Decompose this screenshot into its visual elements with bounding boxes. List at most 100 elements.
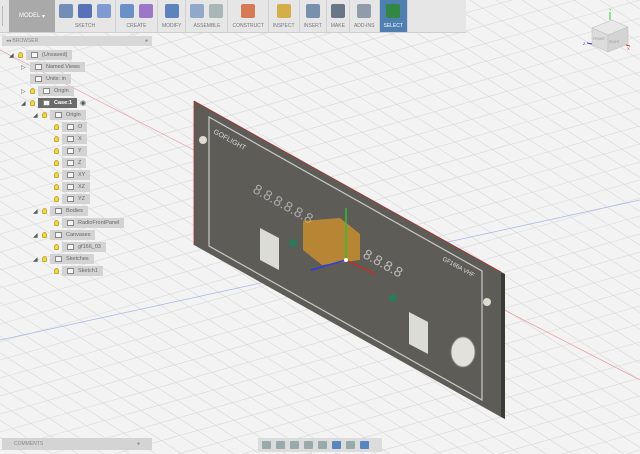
browser-item-box[interactable]: O — [62, 122, 88, 132]
visibility-bulb-icon[interactable] — [30, 88, 35, 94]
collapsed-arrow-icon[interactable]: ▷ — [21, 88, 27, 95]
expanded-arrow-icon[interactable]: ◢ — [33, 256, 39, 263]
construct-tool-icon-0[interactable] — [241, 4, 256, 18]
sketch-tool-icon-1[interactable] — [78, 4, 92, 18]
make-tool-icon-0[interactable] — [330, 4, 345, 18]
browser-item-box[interactable]: XY — [62, 170, 91, 180]
browser-item[interactable]: Sketch1 — [45, 266, 103, 276]
pan-icon[interactable] — [290, 441, 299, 449]
toolbar-group-addins[interactable]: ADD-INS — [350, 0, 380, 32]
browser-item-box[interactable]: RadioFrontPanel — [62, 218, 125, 228]
viewcube-front[interactable]: FRONT — [593, 37, 606, 41]
activate-radio-icon[interactable]: ◉ — [80, 99, 86, 107]
browser-item-box[interactable]: Case:1 — [38, 98, 78, 108]
construct-menu-label[interactable]: CONSTRUCT — [232, 23, 263, 29]
modify-menu-label[interactable]: MODIFY — [162, 23, 181, 29]
viewports-icon[interactable] — [360, 441, 369, 449]
toolbar-group-modify[interactable]: MODIFY — [158, 0, 187, 32]
browser-item-box[interactable]: Units: in — [30, 74, 71, 84]
browser-item[interactable]: ◢ Bodies — [33, 206, 88, 216]
browser-item-box[interactable]: Y — [62, 146, 87, 156]
browser-item-box[interactable]: Sketches — [50, 254, 94, 264]
visibility-bulb-icon[interactable] — [54, 160, 59, 166]
browser-item[interactable]: YZ — [45, 194, 91, 204]
toolbar-group-make[interactable]: MAKE — [327, 0, 350, 32]
visibility-bulb-icon[interactable] — [54, 268, 59, 274]
viewcube-right[interactable]: RIGHT — [609, 40, 621, 44]
toolbar-group-create[interactable]: CREATE — [116, 0, 158, 32]
toolbar-group-assemble[interactable]: ASSEMBLE — [186, 0, 229, 32]
browser-item-box[interactable]: Named Views — [30, 62, 85, 72]
expanded-arrow-icon[interactable]: ◢ — [33, 232, 39, 239]
browser-item[interactable]: ◢ Sketches — [33, 254, 94, 264]
expanded-arrow-icon[interactable]: ◢ — [21, 100, 27, 107]
visibility-bulb-icon[interactable] — [54, 148, 59, 154]
grid-settings-icon[interactable] — [346, 441, 355, 449]
orbit-icon[interactable] — [262, 441, 271, 449]
workspace-switcher[interactable]: MODEL ▾ — [9, 0, 55, 32]
create-tool-icon-1[interactable] — [139, 4, 153, 18]
toolbar-group-sketch[interactable]: SKETCH — [55, 0, 116, 32]
toolbar-group-construct[interactable]: CONSTRUCT — [228, 0, 269, 32]
expanded-arrow-icon[interactable]: ◢ — [9, 52, 15, 59]
collapsed-arrow-icon[interactable]: ▷ — [21, 64, 27, 71]
toolbar-group-insert[interactable]: INSERT — [300, 0, 327, 32]
browser-item[interactable]: ▷ Origin — [21, 86, 74, 96]
browser-item-box[interactable]: YZ — [62, 194, 91, 204]
browser-item-box[interactable]: Canvases — [50, 230, 96, 240]
visibility-bulb-icon[interactable] — [18, 52, 23, 58]
look-at-icon[interactable] — [276, 441, 285, 449]
visibility-bulb-icon[interactable] — [42, 208, 47, 214]
insert-tool-icon-0[interactable] — [305, 4, 320, 18]
browser-header[interactable]: ◂◂ BROWSER ● — [2, 36, 152, 46]
make-menu-label[interactable]: MAKE — [331, 23, 345, 29]
visibility-bulb-icon[interactable] — [42, 112, 47, 118]
select-tool-icon-0[interactable] — [386, 4, 401, 18]
visibility-bulb-icon[interactable] — [42, 256, 47, 262]
insert-menu-label[interactable]: INSERT — [304, 23, 322, 29]
browser-item[interactable]: gf166_03 — [45, 242, 106, 252]
expanded-arrow-icon[interactable]: ◢ — [33, 208, 39, 215]
browser-item-box[interactable]: gf166_03 — [62, 242, 106, 252]
fit-icon[interactable] — [318, 441, 327, 449]
browser-item[interactable]: Z — [45, 158, 87, 168]
visibility-bulb-icon[interactable] — [54, 172, 59, 178]
visibility-bulb-icon[interactable] — [42, 232, 47, 238]
browser-item-box[interactable]: X — [62, 134, 87, 144]
visibility-bulb-icon[interactable] — [54, 184, 59, 190]
browser-item-box[interactable]: Z — [62, 158, 87, 168]
visibility-bulb-icon[interactable] — [54, 124, 59, 130]
display-settings-icon[interactable] — [332, 441, 341, 449]
browser-item[interactable]: XY — [45, 170, 91, 180]
browser-item[interactable]: Units: in — [21, 74, 71, 84]
browser-item[interactable]: ◢ Canvases — [33, 230, 96, 240]
browser-item[interactable]: RadioFrontPanel — [45, 218, 125, 228]
browser-item[interactable]: O — [45, 122, 88, 132]
visibility-bulb-icon[interactable] — [30, 100, 35, 106]
sketch-menu-label[interactable]: SKETCH — [75, 23, 95, 29]
sketch-tool-icon-2[interactable] — [97, 4, 111, 18]
addins-menu-label[interactable]: ADD-INS — [354, 23, 375, 29]
assemble-menu-label[interactable]: ASSEMBLE — [193, 23, 220, 29]
browser-item-box[interactable]: Sketch1 — [62, 266, 103, 276]
assemble-tool-icon-1[interactable] — [209, 4, 224, 18]
toolbar-grip[interactable] — [2, 6, 7, 26]
visibility-bulb-icon[interactable] — [54, 196, 59, 202]
comments-panel[interactable]: COMMENTS ● — [2, 438, 152, 450]
browser-item-box[interactable]: Bodies — [50, 206, 88, 216]
browser-item[interactable]: ◢ (Unsaved) — [9, 50, 73, 60]
visibility-bulb-icon[interactable] — [54, 244, 59, 250]
inspect-tool-icon-0[interactable] — [276, 4, 291, 18]
create-tool-icon-0[interactable] — [120, 4, 134, 18]
expanded-arrow-icon[interactable]: ◢ — [33, 112, 39, 119]
browser-item-box[interactable]: Origin — [50, 110, 86, 120]
inspect-menu-label[interactable]: INSPECT — [273, 23, 295, 29]
browser-pin-icon[interactable]: ● — [145, 38, 148, 44]
select-menu-label[interactable]: SELECT — [384, 23, 403, 29]
visibility-bulb-icon[interactable] — [54, 220, 59, 226]
toolbar-group-select[interactable]: SELECT — [379, 0, 408, 32]
comments-pin-icon[interactable]: ● — [137, 441, 140, 447]
toolbar-group-inspect[interactable]: INSPECT — [269, 0, 300, 32]
create-menu-label[interactable]: CREATE — [127, 23, 147, 29]
assemble-tool-icon-0[interactable] — [190, 4, 205, 18]
